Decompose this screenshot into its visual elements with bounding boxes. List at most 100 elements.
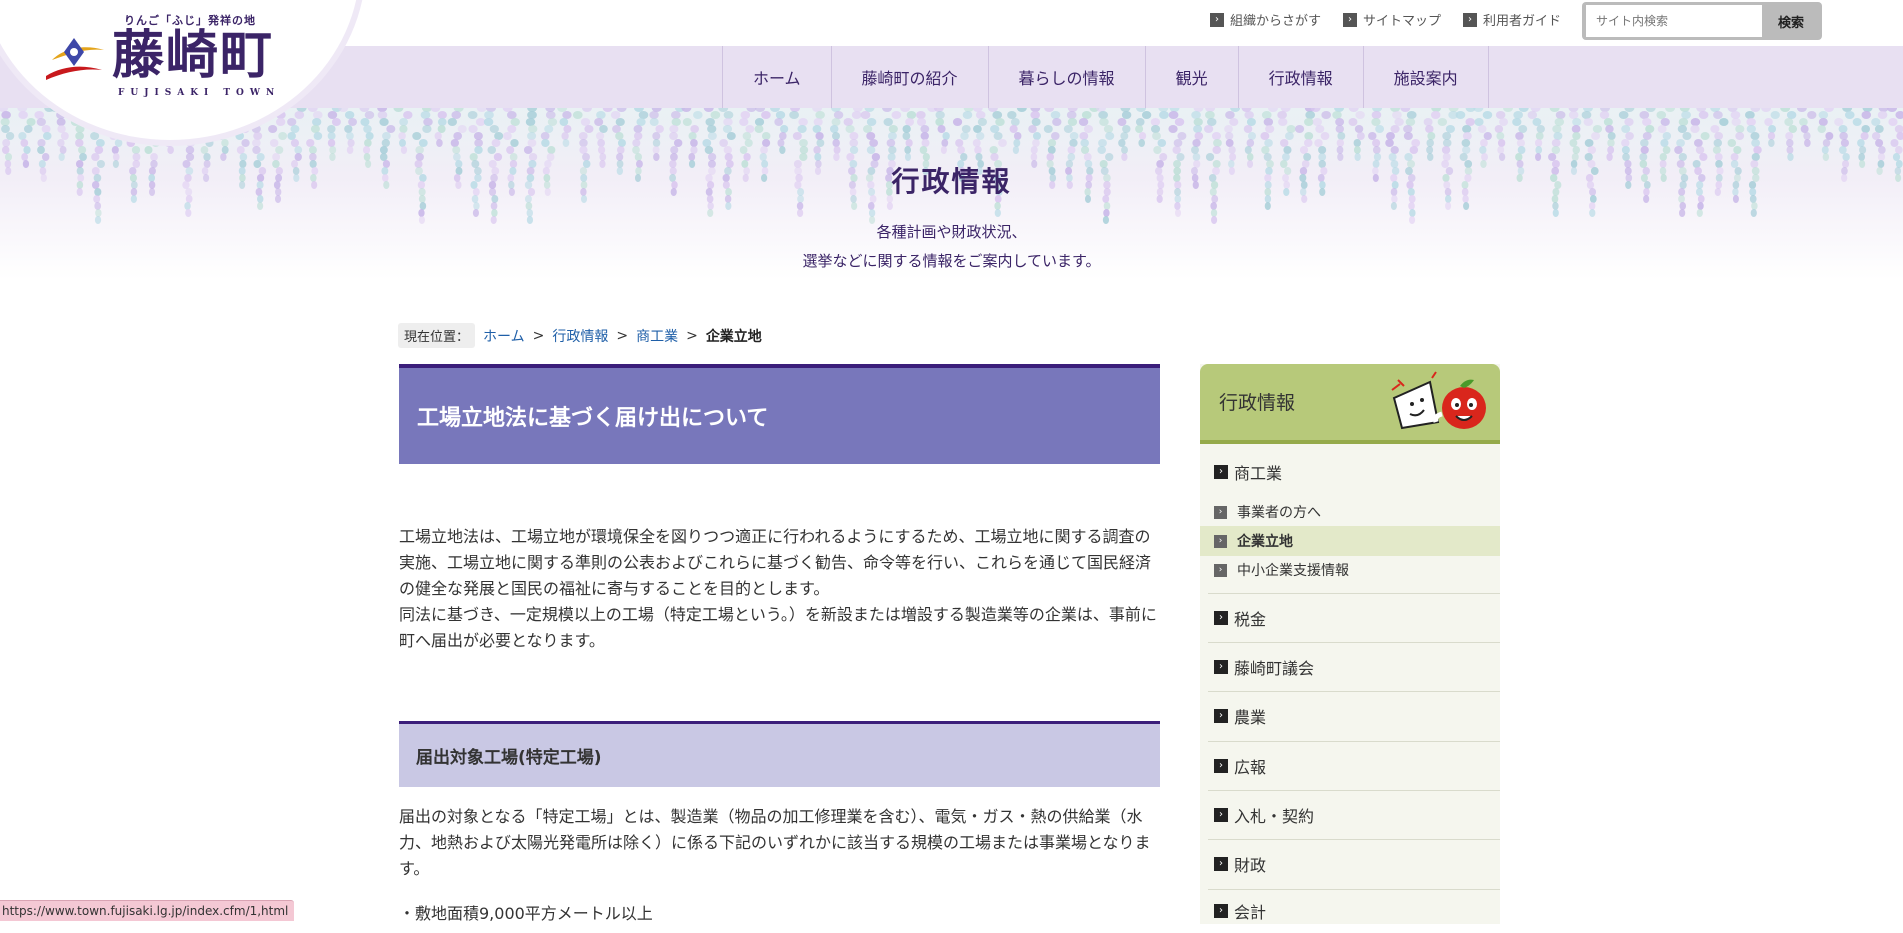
wisteria-petal (1210, 202, 1217, 210)
wisteria-petal (1516, 139, 1525, 147)
wisteria-petal (1425, 125, 1434, 133)
wisteria-cluster (393, 108, 413, 154)
wisteria-petal (845, 125, 855, 133)
wisteria-petal (866, 146, 876, 154)
wisteria-petal (114, 139, 123, 147)
wisteria-petal (1069, 139, 1078, 147)
wisteria-petal (1591, 132, 1601, 140)
nav-about[interactable]: 藤崎町の紹介 (832, 46, 989, 108)
wisteria-petal (1861, 111, 1872, 119)
util-link-organization[interactable]: › 組織からさがす (1210, 10, 1321, 29)
sidebar-item-commerce[interactable]: › 商工業 (1200, 460, 1500, 484)
sidebar-subitem-sme[interactable]: › 中小企業支援情報 (1200, 556, 1500, 584)
wisteria-petal (412, 132, 422, 140)
wisteria-petal (1745, 111, 1755, 119)
wisteria-petal (1694, 139, 1703, 147)
wisteria-petal (1618, 111, 1629, 119)
wisteria-petal (420, 111, 431, 119)
wisteria-cluster (1761, 108, 1780, 147)
wisteria-petal (95, 209, 102, 217)
sidebar-subitem-label: 事業者の方へ (1237, 505, 1321, 521)
breadcrumb-link-administration[interactable]: 行政情報 (552, 326, 608, 346)
wisteria-petal (579, 146, 588, 154)
wisteria-petal (451, 111, 462, 119)
util-link-guide[interactable]: › 利用者ガイド (1463, 10, 1561, 29)
wisteria-petal (422, 125, 432, 133)
breadcrumb-separator: > (532, 327, 545, 344)
wisteria-petal (1191, 111, 1201, 119)
wisteria-cluster (1028, 108, 1042, 168)
sidebar-item-agriculture[interactable]: › 農業 (1200, 691, 1500, 741)
wisteria-petal (1746, 118, 1756, 126)
breadcrumb-separator: > (616, 327, 629, 344)
wisteria-petal (1016, 108, 1027, 112)
wisteria-cluster (1241, 108, 1257, 168)
sidebar-item-tax[interactable]: › 税金 (1200, 593, 1500, 642)
wisteria-petal (1764, 118, 1773, 126)
wisteria-petal (474, 139, 483, 147)
nav-facilities[interactable]: 施設案内 (1364, 46, 1489, 108)
nav-living[interactable]: 暮らしの情報 (989, 46, 1146, 108)
wisteria-petal (1295, 125, 1305, 133)
util-link-label: サイトマップ (1363, 14, 1442, 29)
wisteria-petal (617, 139, 626, 147)
wisteria-petal (1177, 132, 1187, 140)
wisteria-petal (1821, 146, 1829, 154)
sidebar-item-label: 商工業 (1234, 464, 1283, 483)
nav-tourism[interactable]: 観光 (1146, 46, 1239, 108)
sidebar-subitem-location[interactable]: › 企業立地 (1200, 526, 1500, 556)
wisteria-petal (472, 209, 479, 217)
wisteria-petal (400, 146, 408, 154)
logo-title: 藤崎町 (112, 25, 275, 86)
wisteria-petal (797, 125, 807, 133)
wisteria-petal (1063, 125, 1073, 133)
wisteria-petal (476, 108, 487, 112)
nav-administration[interactable]: 行政情報 (1239, 46, 1364, 108)
wisteria-petal (725, 202, 732, 210)
sidebar-item-bidding[interactable]: › 入札・契約 (1200, 790, 1500, 839)
hero-title: 行政情報 (891, 165, 1012, 198)
wisteria-petal (78, 146, 87, 154)
nav-home[interactable]: ホーム (723, 46, 832, 108)
wisteria-petal (789, 111, 799, 119)
wisteria-petal (399, 118, 408, 126)
util-link-label: 利用者ガイド (1483, 14, 1562, 29)
wisteria-petal (1390, 202, 1397, 210)
sidebar-item-publicity[interactable]: › 広報 (1200, 741, 1500, 790)
wisteria-petal (1, 111, 11, 119)
wisteria-petal (18, 111, 28, 119)
search-button[interactable]: 検索 (1762, 4, 1820, 38)
wisteria-petal (1552, 202, 1559, 210)
sidebar-item-finance[interactable]: › 財政 (1200, 839, 1500, 889)
wisteria-petal (1690, 118, 1701, 126)
wisteria-petal (1304, 132, 1314, 140)
wisteria-petal (1152, 132, 1161, 140)
util-link-sitemap[interactable]: › サイトマップ (1343, 10, 1441, 29)
wisteria-petal (1645, 108, 1656, 112)
sidebar-item-accounting[interactable]: › 会計 (1200, 889, 1500, 933)
wisteria-petal (1571, 125, 1581, 133)
breadcrumb-link-home[interactable]: ホーム (483, 326, 525, 346)
breadcrumb: 現在位置： ホーム > 行政情報 > 商工業 > 企業立地 (398, 323, 762, 348)
wisteria-petal (430, 108, 441, 112)
wisteria-petal (1603, 118, 1613, 126)
wisteria-petal (1246, 118, 1256, 126)
main-nav: ホーム 藤崎町の紹介 暮らしの情報 観光 行政情報 施設案内 (722, 46, 1489, 108)
wisteria-petal (1807, 111, 1817, 119)
wisteria-petal (547, 118, 558, 126)
wisteria-petal (1191, 146, 1199, 154)
breadcrumb-link-commerce[interactable]: 商工業 (636, 326, 678, 346)
wisteria-petal (1804, 139, 1811, 147)
wisteria-petal (164, 139, 172, 147)
sidebar-subitem-business[interactable]: › 事業者の方へ (1200, 498, 1500, 526)
wisteria-petal (276, 111, 286, 119)
wisteria-petal (832, 139, 840, 147)
search-input[interactable] (1586, 5, 1762, 37)
wisteria-petal (131, 146, 141, 154)
wisteria-petal (1532, 118, 1542, 126)
wisteria-petal (616, 108, 627, 112)
wisteria-petal (866, 118, 877, 126)
sidebar-item-assembly[interactable]: › 藤崎町議会 (1200, 642, 1500, 691)
site-logo[interactable]: りんご「ふじ」発祥の地 藤崎町 FUJISAKI TOWN (44, 12, 294, 104)
wisteria-petal (1098, 111, 1109, 119)
